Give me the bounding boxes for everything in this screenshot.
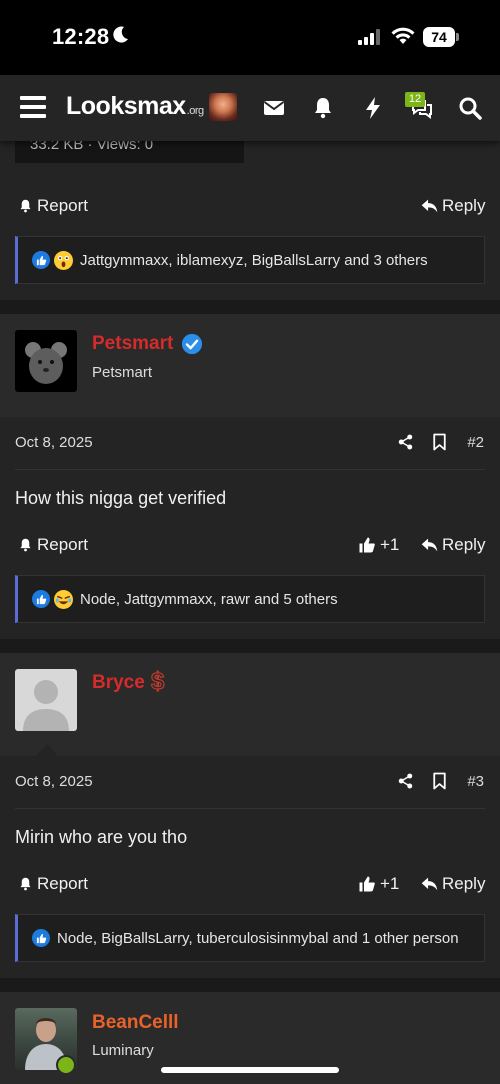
bell-icon	[20, 877, 31, 891]
post-body: Mirin who are you tho	[15, 827, 188, 847]
username[interactable]: Bryce	[92, 672, 145, 694]
report-label: Report	[37, 196, 89, 215]
username[interactable]: Petsmart	[92, 333, 173, 355]
post-number[interactable]: #3	[467, 773, 484, 790]
reply-button[interactable]: Reply	[421, 535, 485, 555]
moon-icon	[113, 26, 128, 43]
dollar-badge-icon: $	[150, 667, 165, 695]
battery-level: 74	[423, 27, 455, 47]
report-button[interactable]: Report	[18, 535, 88, 555]
username-text: BeanCelll	[92, 1012, 179, 1033]
site-header: Looksmax.org	[0, 75, 500, 141]
like-label: +1	[380, 535, 400, 554]
reply-button[interactable]: Reply	[421, 874, 485, 894]
report-button[interactable]: Report	[18, 196, 88, 216]
post-number[interactable]: #2	[467, 434, 484, 451]
post-date[interactable]: Oct 8, 2025	[15, 773, 93, 790]
logo-text: Looksmax	[66, 92, 186, 120]
wow-reaction-icon	[54, 250, 73, 270]
like-reaction-icon	[32, 929, 50, 947]
divider	[15, 808, 485, 809]
like-button[interactable]: +1	[358, 535, 399, 555]
bell-icon	[20, 199, 31, 213]
laugh-reaction-icon	[54, 589, 73, 609]
report-button[interactable]: Report	[18, 874, 88, 894]
user-avatar[interactable]	[209, 93, 237, 121]
username-text: Petsmart	[92, 333, 174, 354]
reactions-bar[interactable]: Jattgymmaxx, iblamexyz, BigBallsLarry an…	[15, 236, 485, 284]
reaction-users[interactable]: Node, BigBallsLarry, tuberculosisinmybal…	[57, 930, 459, 947]
report-label: Report	[37, 535, 89, 554]
reply-button[interactable]: Reply	[421, 196, 485, 216]
menu-icon[interactable]	[20, 96, 46, 118]
status-bar: 12:28 74	[0, 0, 500, 75]
reply-icon	[421, 199, 438, 213]
home-indicator[interactable]	[161, 1067, 339, 1073]
reply-label: Reply	[442, 196, 486, 215]
reply-icon	[421, 538, 438, 552]
rat-avatar-image	[25, 342, 67, 384]
mail-icon[interactable]	[262, 96, 286, 120]
default-avatar-icon	[23, 680, 69, 731]
speech-pointer	[36, 744, 58, 756]
thumbs-up-icon	[359, 537, 375, 553]
reactions-bar[interactable]: Node, Jattgymmaxx, rawr and 5 others	[15, 575, 485, 623]
bookmark-icon[interactable]	[432, 772, 447, 790]
wifi-icon	[391, 27, 415, 44]
chat-badge: 12	[405, 92, 425, 107]
logo-suffix: .org	[186, 105, 204, 117]
like-reaction-icon	[32, 251, 50, 269]
signal-icon	[358, 29, 380, 45]
reply-label: Reply	[442, 874, 486, 893]
reply-icon	[421, 877, 438, 891]
reactions-bar[interactable]: Node, BigBallsLarry, tuberculosisinmybal…	[15, 914, 485, 962]
reaction-users[interactable]: Jattgymmaxx, iblamexyz, BigBallsLarry an…	[80, 252, 428, 269]
like-label: +1	[380, 874, 400, 893]
battery-indicator: 74	[423, 27, 459, 47]
site-logo[interactable]: Looksmax.org	[66, 92, 204, 121]
username[interactable]: BeanCelll	[92, 1012, 179, 1034]
bolt-icon[interactable]	[361, 96, 385, 120]
reply-label: Reply	[442, 535, 486, 554]
user-title: Luminary	[92, 1042, 154, 1059]
report-label: Report	[37, 874, 89, 893]
username-text: Bryce	[92, 672, 145, 693]
petsmart-avatar[interactable]	[15, 330, 77, 392]
divider	[15, 469, 485, 470]
bryce-avatar[interactable]	[15, 669, 77, 731]
share-icon[interactable]	[397, 433, 414, 451]
user-title: Petsmart	[92, 364, 153, 381]
thumbs-up-icon	[359, 876, 375, 892]
status-time: 12:28	[52, 24, 110, 49]
online-status-indicator	[56, 1055, 76, 1075]
verified-icon	[181, 333, 203, 355]
beancelll-avatar[interactable]	[15, 1008, 77, 1075]
bookmark-icon[interactable]	[432, 433, 447, 451]
reaction-users[interactable]: Node, Jattgymmaxx, rawr and 5 others	[80, 591, 338, 608]
like-reaction-icon	[32, 590, 50, 608]
like-button[interactable]: +1	[358, 874, 399, 894]
bell-icon	[20, 538, 31, 552]
bell-icon[interactable]	[311, 96, 335, 120]
search-icon[interactable]	[458, 96, 482, 120]
share-icon[interactable]	[397, 772, 414, 790]
post-body: How this nigga get verified	[15, 488, 227, 508]
post-date[interactable]: Oct 8, 2025	[15, 434, 93, 451]
